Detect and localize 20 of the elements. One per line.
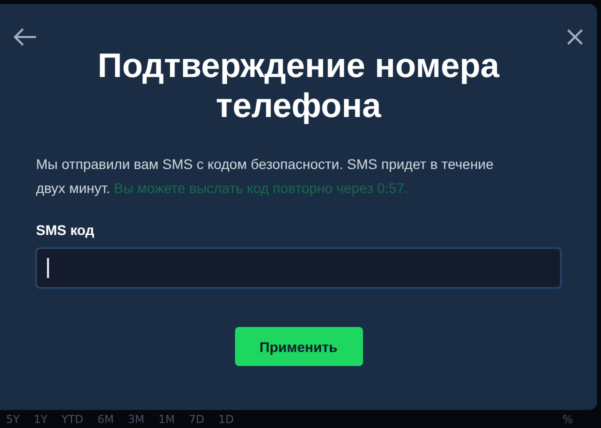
field-label: SMS код	[36, 222, 94, 238]
dialog-message: Мы отправили вам SMS с кодом безопасности. SMS придет в течение двух минут. Вы можете выслать код повторно через 0:57.	[36, 155, 495, 198]
range-button[interactable]: YTD	[61, 412, 84, 426]
sms-code-field[interactable]	[36, 248, 561, 288]
close-icon	[565, 27, 585, 47]
range-button[interactable]: 1Y	[34, 412, 48, 426]
arrow-left-icon	[12, 26, 38, 48]
range-button[interactable]: 7D	[188, 412, 204, 426]
range-button[interactable]: 5Y	[6, 412, 20, 426]
range-button[interactable]: 3M	[128, 412, 144, 426]
back-button[interactable]	[12, 26, 38, 48]
close-button[interactable]	[565, 27, 585, 47]
apply-button[interactable]: Применить	[234, 327, 362, 366]
range-button[interactable]: 1M	[158, 412, 175, 426]
text-cursor	[47, 258, 49, 278]
range-button[interactable]: 6M	[97, 412, 114, 426]
percent-toggle[interactable]: %	[562, 412, 573, 426]
range-button[interactable]: 1D	[218, 412, 234, 426]
resend-note: Вы можете выслать код повторно через 0:57.	[114, 180, 408, 196]
dialog-title: Подтверждение номера телефона	[96, 46, 500, 126]
